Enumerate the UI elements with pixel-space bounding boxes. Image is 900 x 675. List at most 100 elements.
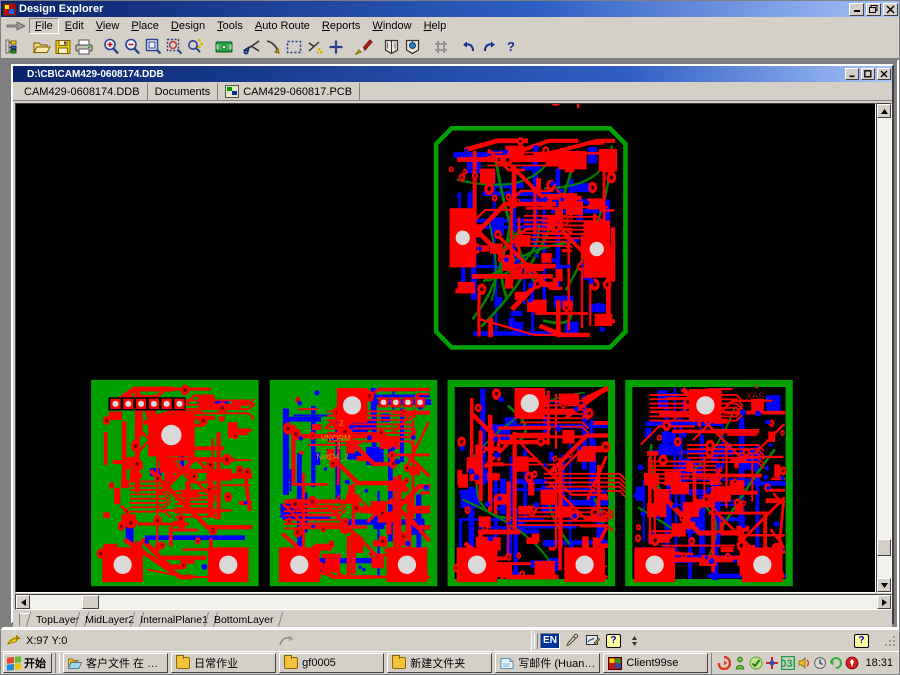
volume-icon[interactable]	[797, 656, 811, 670]
pcb-design-canvas[interactable]: 5-中VNORMNetD4_2214XAS4	[15, 103, 876, 593]
menu-place[interactable]: Place	[125, 18, 165, 34]
handwriting-icon[interactable]	[583, 632, 602, 649]
tab-pcb-file[interactable]: CAM429-060817.PCB	[218, 83, 360, 100]
ime-help-icon[interactable]: ?	[604, 632, 623, 649]
ime-language-indicator[interactable]: EN	[540, 633, 560, 649]
document-maximize-button[interactable]	[861, 68, 875, 80]
document-close-button[interactable]	[877, 68, 891, 80]
tab-label: Documents	[155, 86, 211, 98]
zoom-selected-icon[interactable]	[185, 36, 206, 57]
zoom-in-icon[interactable]	[101, 36, 122, 57]
vertical-scrollbar[interactable]	[876, 103, 892, 593]
menu-auto-route[interactable]: Auto Route	[249, 18, 316, 34]
open-icon[interactable]	[31, 36, 52, 57]
horizontal-scroll-thumb[interactable]	[82, 595, 99, 609]
mounting-hole	[398, 556, 416, 574]
zoom-area-icon[interactable]	[164, 36, 185, 57]
scroll-down-button[interactable]	[877, 578, 891, 592]
menu-reports[interactable]: Reports	[316, 18, 367, 34]
task-label: Client99se	[626, 657, 678, 669]
redo-icon[interactable]	[479, 36, 500, 57]
horizontal-scrollbar[interactable]	[15, 594, 892, 610]
view-3d-alt-icon[interactable]	[402, 36, 423, 57]
menu-view[interactable]: View	[90, 18, 126, 34]
help-icon[interactable]: ?	[500, 36, 521, 57]
status-help-icon[interactable]: ?	[854, 634, 869, 648]
restore-button[interactable]	[866, 3, 881, 16]
close-button[interactable]	[883, 3, 898, 16]
deselect-icon[interactable]	[304, 36, 325, 57]
top-layer-pad	[549, 547, 556, 551]
toggle-grid-icon[interactable]	[430, 36, 451, 57]
microphone-icon[interactable]	[562, 632, 581, 649]
security-shield-icon[interactable]	[845, 656, 859, 670]
print-icon[interactable]	[73, 36, 94, 57]
scroll-right-button[interactable]	[877, 595, 891, 609]
browse-components-icon[interactable]	[213, 36, 234, 57]
move-selection-icon[interactable]	[325, 36, 346, 57]
menu-design[interactable]: Design	[165, 18, 211, 34]
zoom-out-icon[interactable]	[122, 36, 143, 57]
menu-drag-handle-icon[interactable]	[3, 18, 29, 34]
resize-grip-icon[interactable]	[883, 634, 897, 648]
layer-tab-internalplane1[interactable]: InternalPlane1	[137, 612, 211, 627]
tab-documents[interactable]: Documents	[148, 83, 219, 100]
top-layer-pad	[348, 485, 355, 496]
pad-hole	[533, 473, 535, 476]
top-layer-pad	[350, 534, 359, 540]
menu-window[interactable]: Window	[366, 18, 417, 34]
scroll-left-button[interactable]	[16, 595, 30, 609]
antivirus-icon[interactable]	[717, 656, 731, 670]
task-item-1[interactable]: 日常作业	[171, 653, 276, 673]
start-button[interactable]: 开始	[3, 653, 52, 673]
vertical-scroll-thumb[interactable]	[877, 539, 891, 556]
vertical-scroll-track[interactable]	[877, 118, 891, 578]
horizontal-scroll-track[interactable]	[30, 595, 877, 609]
view-3d-icon[interactable]	[381, 36, 402, 57]
taskbar-clock[interactable]: 18:31	[865, 657, 893, 669]
board-designator-label: 5-中	[550, 104, 588, 111]
scroll-up-button[interactable]	[877, 104, 891, 118]
zoom-document-icon[interactable]	[143, 36, 164, 57]
move-icon[interactable]	[262, 36, 283, 57]
mounting-hole	[575, 556, 593, 574]
top-layer-pad	[299, 504, 305, 510]
messenger-icon[interactable]	[733, 656, 747, 670]
task-item-5[interactable]: Client99se	[603, 653, 708, 673]
design-explorer-panel-icon[interactable]	[3, 36, 24, 57]
via	[501, 481, 506, 486]
network-icon[interactable]	[765, 656, 779, 670]
ime-options-icon[interactable]	[625, 632, 644, 649]
menu-edit[interactable]: Edit	[59, 18, 90, 34]
ime-drag-handle[interactable]	[534, 633, 538, 649]
task-item-3[interactable]: 新建文件夹	[387, 653, 492, 673]
tab-ddb-file[interactable]: CAM429-0608174.DDB	[17, 83, 148, 100]
layer-tab-bottomlayer[interactable]: BottomLayer	[211, 612, 277, 627]
minimize-button[interactable]	[849, 3, 864, 16]
top-layer-pad	[665, 471, 682, 485]
document-minimize-button[interactable]	[845, 68, 859, 80]
alpha-icon[interactable]: \u03b1	[781, 656, 795, 670]
cut-track-icon[interactable]	[241, 36, 262, 57]
save-icon[interactable]	[52, 36, 73, 57]
via	[543, 463, 547, 467]
top-layer-pad	[536, 178, 541, 192]
task-item-2[interactable]: gf0005	[279, 653, 384, 673]
task-item-4[interactable]: 写邮件 (Huang.Y...	[495, 653, 600, 673]
sync-icon[interactable]	[829, 656, 843, 670]
clock-icon[interactable]	[813, 656, 827, 670]
layer-tab-midlayer2[interactable]: MidLayer2	[82, 612, 137, 627]
task-item-0[interactable]: 客户文件 在 2ce...	[63, 653, 168, 673]
menu-file[interactable]: FFileile	[29, 18, 59, 34]
menu-tools[interactable]: Tools	[211, 18, 249, 34]
shield-check-icon[interactable]	[749, 656, 763, 670]
net-label-vnorm: VNORM	[321, 434, 351, 443]
select-area-icon[interactable]	[283, 36, 304, 57]
undo-icon[interactable]	[458, 36, 479, 57]
top-layer-pad	[484, 447, 500, 451]
clear-errors-icon[interactable]	[353, 36, 374, 57]
menu-help[interactable]: Help	[418, 18, 453, 34]
via	[533, 145, 539, 151]
via	[698, 554, 701, 557]
pad-hole	[507, 555, 509, 558]
